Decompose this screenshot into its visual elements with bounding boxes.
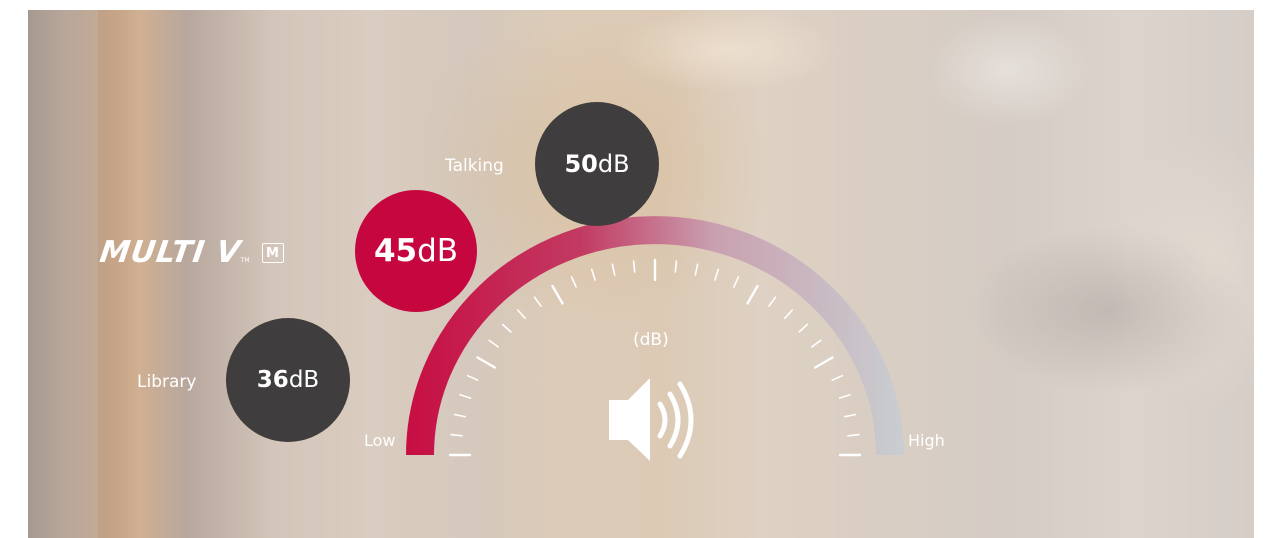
logo-trademark: TM bbox=[240, 256, 250, 264]
gauge-tick bbox=[516, 309, 527, 320]
gauge-tick bbox=[798, 323, 809, 333]
speaker-volume-icon bbox=[609, 378, 694, 461]
gauge-tick bbox=[847, 433, 860, 437]
talking-db-bubble: 50 dB bbox=[535, 102, 659, 226]
gauge-tick bbox=[570, 276, 577, 288]
gauge-tick bbox=[843, 413, 857, 418]
gauge-tick bbox=[783, 309, 794, 320]
logo-text: MULTI V bbox=[97, 235, 244, 270]
gauge-tick bbox=[611, 263, 616, 276]
gauge-tick bbox=[632, 260, 636, 273]
gauge-tick bbox=[459, 393, 472, 399]
multiv-db-bubble: 45 dB bbox=[355, 190, 477, 312]
gauge-unit-label: (dB) bbox=[633, 330, 669, 350]
gauge-high-label: High bbox=[908, 431, 945, 450]
logo-m-badge: M bbox=[261, 243, 284, 263]
library-db-unit: dB bbox=[288, 367, 320, 393]
library-label: Library bbox=[137, 372, 197, 392]
gauge-tick bbox=[551, 284, 564, 305]
gauge-tick bbox=[453, 413, 467, 418]
gauge-tick bbox=[838, 393, 851, 399]
library-db-bubble: 36 dB bbox=[226, 318, 350, 442]
gauge-tick bbox=[768, 296, 777, 307]
gauge-tick bbox=[814, 356, 834, 369]
multi-v-m-logo: MULTI V TM M bbox=[97, 235, 284, 270]
gauge-tick bbox=[590, 268, 596, 281]
gauge-tick bbox=[476, 356, 496, 369]
talking-db-unit: dB bbox=[597, 150, 630, 178]
library-db-value: 36 bbox=[256, 367, 289, 393]
multiv-db-unit: dB bbox=[417, 233, 459, 269]
gauge-tick bbox=[488, 339, 499, 348]
gauge-low-label: Low bbox=[364, 431, 396, 450]
gauge-tick bbox=[466, 374, 479, 382]
gauge-tick bbox=[811, 339, 822, 348]
talking-label: Talking bbox=[445, 156, 504, 176]
gauge-tick bbox=[831, 374, 844, 382]
multiv-db-value: 45 bbox=[373, 233, 418, 269]
gauge-tick bbox=[714, 268, 720, 281]
gauge-tick bbox=[533, 296, 542, 307]
gauge-tick bbox=[450, 433, 463, 437]
gauge-tick bbox=[694, 263, 699, 276]
gauge-tick bbox=[674, 260, 678, 273]
gauge-tick bbox=[733, 276, 740, 288]
talking-db-value: 50 bbox=[564, 150, 598, 178]
gauge-tick bbox=[501, 323, 512, 333]
gauge-tick bbox=[746, 284, 759, 305]
